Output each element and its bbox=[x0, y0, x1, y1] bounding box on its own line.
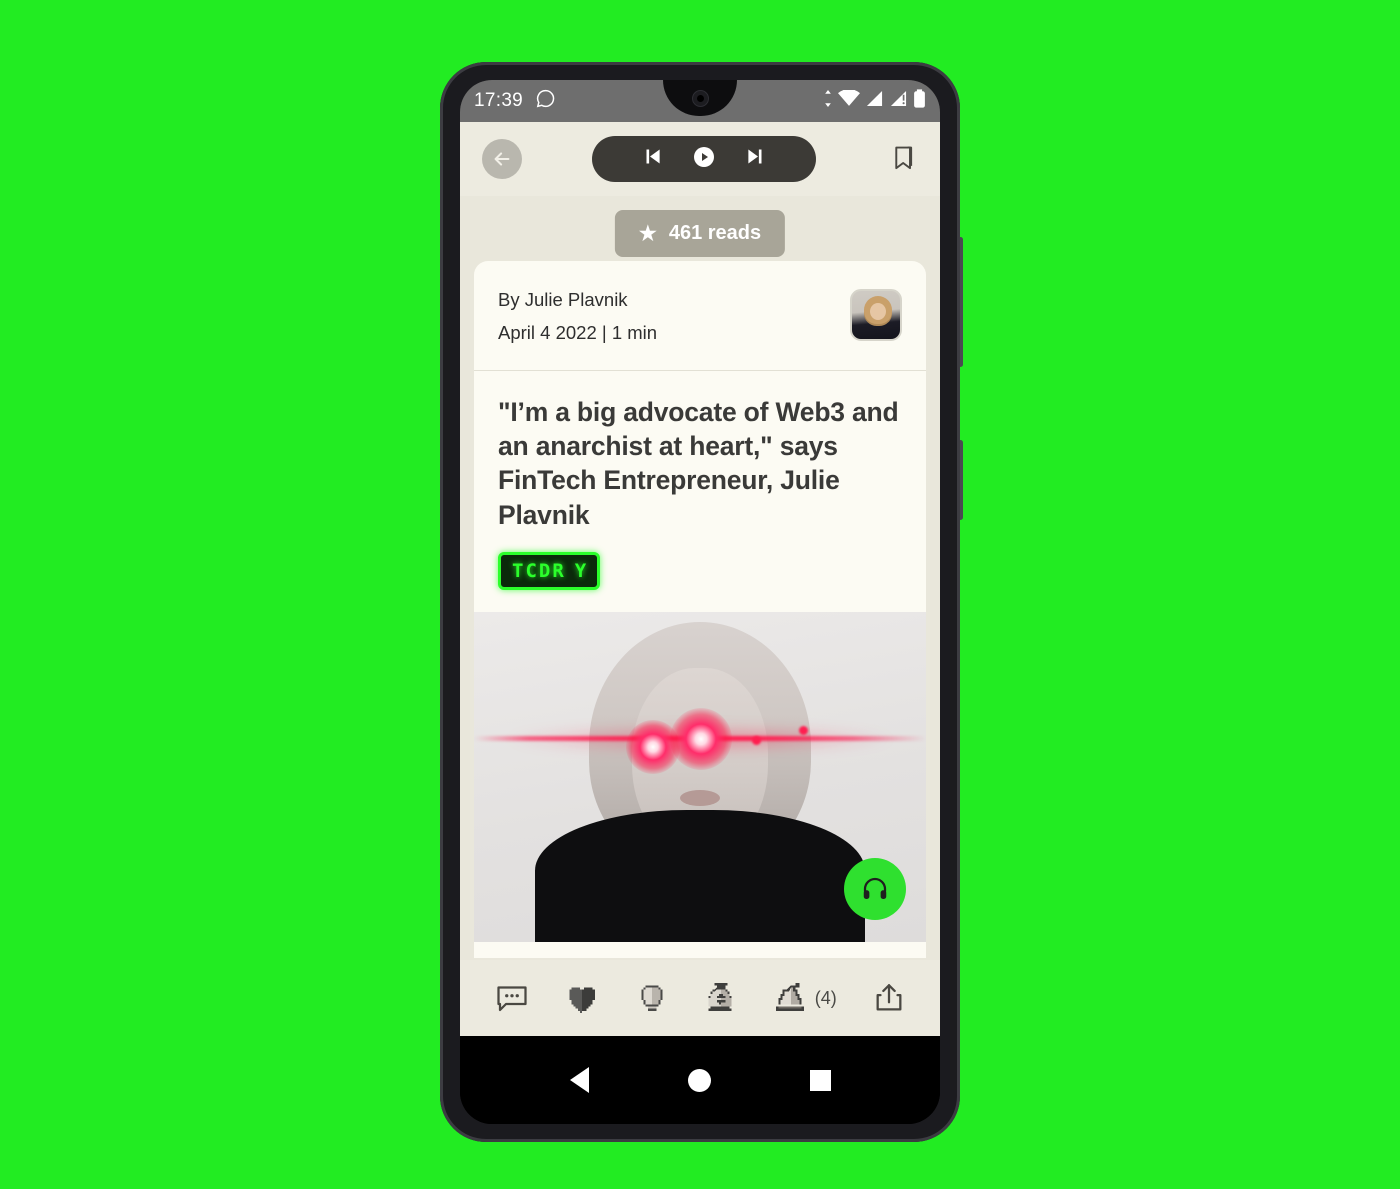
back-button[interactable] bbox=[482, 139, 522, 179]
money-bag-icon bbox=[708, 983, 732, 1011]
phone-screen: 17:39 ★ 461 reads By Julie Plavnik April… bbox=[460, 80, 940, 1124]
previous-track-button[interactable] bbox=[643, 146, 664, 172]
bookmark-button[interactable] bbox=[886, 143, 918, 175]
article-headline: "I’m a big advocate of Web3 and an anarc… bbox=[498, 397, 899, 530]
article-meta: By Julie Plavnik April 4 2022 | 1 min bbox=[474, 261, 926, 371]
app-content: ★ 461 reads By Julie Plavnik April 4 202… bbox=[460, 122, 940, 1036]
reads-badge: ★ 461 reads bbox=[614, 210, 786, 257]
party-count: (4) bbox=[814, 987, 837, 1008]
play-button[interactable] bbox=[692, 145, 716, 174]
comment-bubble-icon bbox=[497, 986, 527, 1012]
comment-button[interactable] bbox=[494, 980, 530, 1016]
battery-icon bbox=[913, 89, 926, 113]
idea-button[interactable] bbox=[635, 981, 669, 1015]
listen-fab-button[interactable] bbox=[844, 857, 906, 920]
signal-icon bbox=[865, 90, 884, 112]
publication-logo-mark: Y bbox=[574, 559, 587, 582]
share-icon bbox=[876, 984, 902, 1011]
article-date-readtime: April 4 2022 | 1 min bbox=[498, 322, 658, 343]
phone-frame: 17:39 ★ 461 reads By Julie Plavnik April… bbox=[440, 62, 960, 1142]
article-author: By Julie Plavnik bbox=[498, 289, 628, 310]
article-hero-image bbox=[474, 611, 926, 942]
reaction-toolbar: (4) bbox=[460, 960, 940, 1036]
next-track-button[interactable] bbox=[744, 146, 765, 172]
front-camera-icon bbox=[691, 89, 709, 107]
wifi-icon bbox=[838, 88, 860, 112]
publication-logo-text: TCDR bbox=[512, 559, 566, 582]
publication-logo[interactable]: TCDR Y bbox=[498, 551, 601, 590]
lightbulb-icon bbox=[641, 985, 663, 1011]
android-home-button[interactable] bbox=[687, 1068, 711, 1092]
media-player-controls bbox=[592, 136, 816, 182]
author-avatar[interactable] bbox=[850, 289, 902, 341]
android-nav-bar bbox=[460, 1036, 940, 1124]
android-recents-button[interactable] bbox=[809, 1069, 831, 1091]
camera-notch bbox=[663, 80, 737, 116]
party-hat-icon bbox=[775, 983, 804, 1011]
reads-count-label: 461 reads bbox=[668, 222, 762, 244]
status-bar: 17:39 bbox=[460, 80, 940, 122]
data-transfer-icon bbox=[823, 90, 833, 112]
whatsapp-icon bbox=[535, 88, 556, 114]
star-icon: ★ bbox=[638, 223, 657, 245]
money-button[interactable] bbox=[704, 981, 738, 1015]
article-body: "I’m a big advocate of Web3 and an anarc… bbox=[474, 371, 926, 612]
article-card: By Julie Plavnik April 4 2022 | 1 min "I… bbox=[474, 261, 926, 958]
app-topbar bbox=[460, 122, 940, 196]
status-time: 17:39 bbox=[474, 90, 524, 111]
android-back-button[interactable] bbox=[569, 1067, 589, 1093]
heart-button[interactable] bbox=[565, 981, 599, 1015]
share-button[interactable] bbox=[872, 981, 906, 1015]
signal-alert-icon bbox=[889, 90, 908, 112]
heart-icon bbox=[569, 987, 595, 1013]
party-button[interactable]: (4) bbox=[774, 981, 837, 1015]
laser-eye-right bbox=[670, 707, 732, 770]
